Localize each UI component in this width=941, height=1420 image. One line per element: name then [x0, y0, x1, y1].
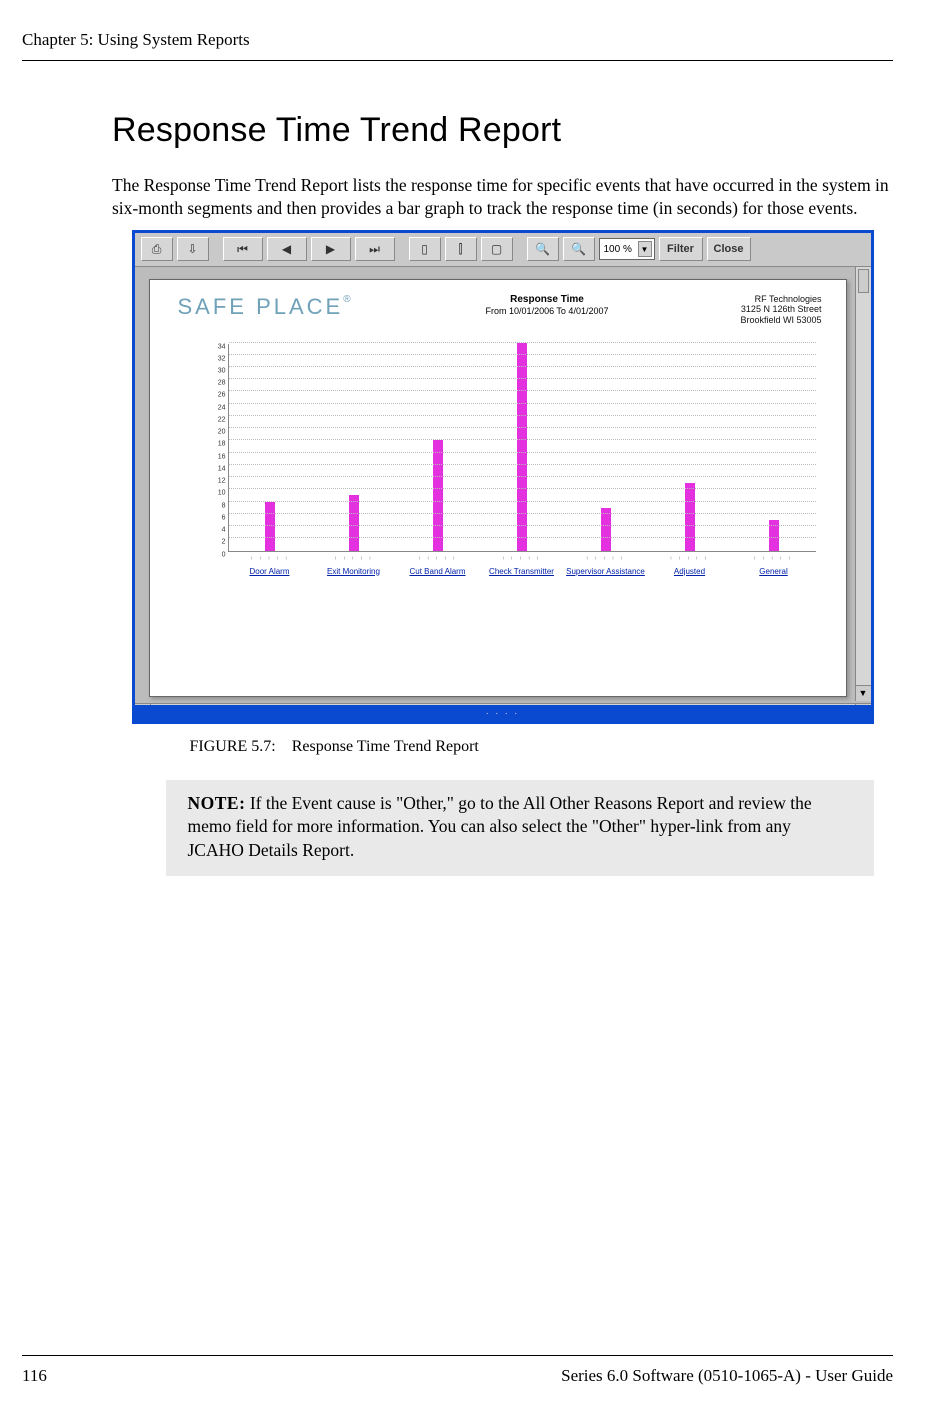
y-tick: 4 [222, 527, 226, 534]
bar [349, 495, 359, 550]
y-tick: 0 [222, 551, 226, 558]
export-icon: ⇩ [187, 242, 197, 257]
x-label-link[interactable]: Exit Monitoring [312, 556, 396, 584]
x-label-link[interactable]: Door Alarm [228, 556, 312, 584]
figure: ⎙ ⇩ ⏮ ◀ ▶ ⏭ ▯ ⫿ ▢ 🔍 🔍 100 % ▼ [132, 230, 874, 877]
y-tick: 28 [218, 380, 226, 387]
page-fit-icon: ▢ [491, 242, 502, 257]
report-company-block: RF Technologies 3125 N 126th Street Broo… [740, 294, 821, 326]
viewer-body: SAFE PLACE® Response Time From 10/01/200… [135, 267, 871, 721]
scrollbar-thumb[interactable] [858, 269, 869, 293]
y-tick: 30 [218, 367, 226, 374]
x-label-link[interactable]: Check Transmitter [480, 556, 564, 584]
report-title: Response Time From 10/01/2006 To 4/01/20… [486, 294, 609, 326]
chart-x-labels: Door AlarmExit MonitoringCut Band AlarmC… [228, 556, 816, 584]
bar-group: ᵢ ᵢ ᵢ ᵢ ᵢ [732, 344, 816, 551]
x-label-link[interactable]: Adjusted [648, 556, 732, 584]
bar-group: ᵢ ᵢ ᵢ ᵢ ᵢ [396, 344, 480, 551]
figure-label: FIGURE 5.7: [190, 738, 276, 755]
figure-caption-text: Response Time Trend Report [292, 738, 479, 755]
bar [265, 502, 275, 551]
report-viewer-window: ⎙ ⇩ ⏮ ◀ ▶ ⏭ ▯ ⫿ ▢ 🔍 🔍 100 % ▼ [132, 230, 874, 724]
next-icon: ▶ [326, 242, 335, 257]
x-label-link[interactable]: Supervisor Assistance [564, 556, 648, 584]
vertical-scrollbar[interactable]: ▼ [855, 267, 871, 701]
bar-group: ᵢ ᵢ ᵢ ᵢ ᵢ [229, 344, 313, 551]
viewer-toolbar: ⎙ ⇩ ⏮ ◀ ▶ ⏭ ▯ ⫿ ▢ 🔍 🔍 100 % ▼ [135, 233, 871, 267]
intro-paragraph: The Response Time Trend Report lists the… [112, 174, 893, 220]
zoom-out-button[interactable]: 🔍 [563, 237, 595, 261]
bar-group: ᵢ ᵢ ᵢ ᵢ ᵢ [312, 344, 396, 551]
chevron-down-icon: ▼ [638, 241, 652, 257]
prev-icon: ◀ [282, 242, 291, 257]
y-tick: 8 [222, 502, 226, 509]
y-tick: 2 [222, 539, 226, 546]
zoom-mode-3-button[interactable]: ▢ [481, 237, 513, 261]
zoom-in-icon: 🔍 [535, 242, 550, 257]
page-width-icon: ⫿ [459, 242, 463, 257]
section-title: Response Time Trend Report [112, 111, 893, 150]
response-time-chart: 3432302826242220181614121086420 ᵢ ᵢ ᵢ ᵢ … [206, 344, 816, 584]
page-indicator-bar: · · · · [135, 705, 871, 721]
y-tick: 10 [218, 490, 226, 497]
y-tick: 16 [218, 453, 226, 460]
export-button[interactable]: ⇩ [177, 237, 209, 261]
page-number: 116 [22, 1366, 47, 1386]
bar [433, 440, 443, 550]
y-tick: 12 [218, 478, 226, 485]
print-button[interactable]: ⎙ [141, 237, 173, 261]
zoom-out-icon: 🔍 [571, 242, 586, 257]
y-tick: 20 [218, 429, 226, 436]
next-page-button[interactable]: ▶ [311, 237, 351, 261]
note-text: If the Event cause is "Other," go to the… [188, 793, 812, 860]
page-icon: ▯ [421, 242, 428, 257]
filter-button[interactable]: Filter [659, 237, 703, 261]
last-page-button[interactable]: ⏭ [355, 237, 395, 261]
bar-group: ᵢ ᵢ ᵢ ᵢ ᵢ [564, 344, 648, 551]
y-tick: 34 [218, 343, 226, 350]
zoom-mode-2-button[interactable]: ⫿ [445, 237, 477, 261]
bar-group: ᵢ ᵢ ᵢ ᵢ ᵢ [648, 344, 732, 551]
report-page: SAFE PLACE® Response Time From 10/01/200… [149, 279, 847, 697]
print-icon: ⎙ [152, 242, 162, 257]
y-tick: 22 [218, 416, 226, 423]
footer-rule [22, 1355, 893, 1356]
zoom-in-button[interactable]: 🔍 [527, 237, 559, 261]
first-icon: ⏮ [237, 242, 248, 257]
note-box: NOTE: If the Event cause is "Other," go … [166, 780, 874, 877]
note-label: NOTE: [188, 793, 246, 813]
figure-caption: FIGURE 5.7: Response Time Trend Report [190, 738, 874, 756]
y-tick: 18 [218, 441, 226, 448]
prev-page-button[interactable]: ◀ [267, 237, 307, 261]
close-button[interactable]: Close [707, 237, 751, 261]
zoom-mode-1-button[interactable]: ▯ [409, 237, 441, 261]
y-tick: 26 [218, 392, 226, 399]
zoom-value: 100 % [604, 244, 632, 255]
running-head: Chapter 5: Using System Reports [22, 30, 893, 50]
bar [601, 508, 611, 551]
chart-plot-area: ᵢ ᵢ ᵢ ᵢ ᵢᵢ ᵢ ᵢ ᵢ ᵢᵢ ᵢ ᵢ ᵢ ᵢᵢ ᵢ ᵢ ᵢ ᵢᵢ ᵢ … [228, 344, 816, 552]
y-tick: 6 [222, 514, 226, 521]
scroll-down-button[interactable]: ▼ [856, 685, 871, 701]
footer-doc-title: Series 6.0 Software (0510-1065-A) - User… [561, 1366, 893, 1386]
header-rule [22, 60, 893, 61]
y-tick: 24 [218, 404, 226, 411]
x-label-link[interactable]: Cut Band Alarm [396, 556, 480, 584]
y-tick: 14 [218, 465, 226, 472]
bar [685, 483, 695, 550]
report-brand: SAFE PLACE® [178, 294, 354, 326]
chart-y-axis: 3432302826242220181614121086420 [206, 344, 228, 552]
first-page-button[interactable]: ⏮ [223, 237, 263, 261]
bar-group: ᵢ ᵢ ᵢ ᵢ ᵢ [480, 344, 564, 551]
x-label-link[interactable]: General [732, 556, 816, 584]
last-icon: ⏭ [369, 242, 380, 257]
y-tick: 32 [218, 355, 226, 362]
zoom-select[interactable]: 100 % ▼ [599, 238, 655, 260]
bar [517, 343, 527, 551]
